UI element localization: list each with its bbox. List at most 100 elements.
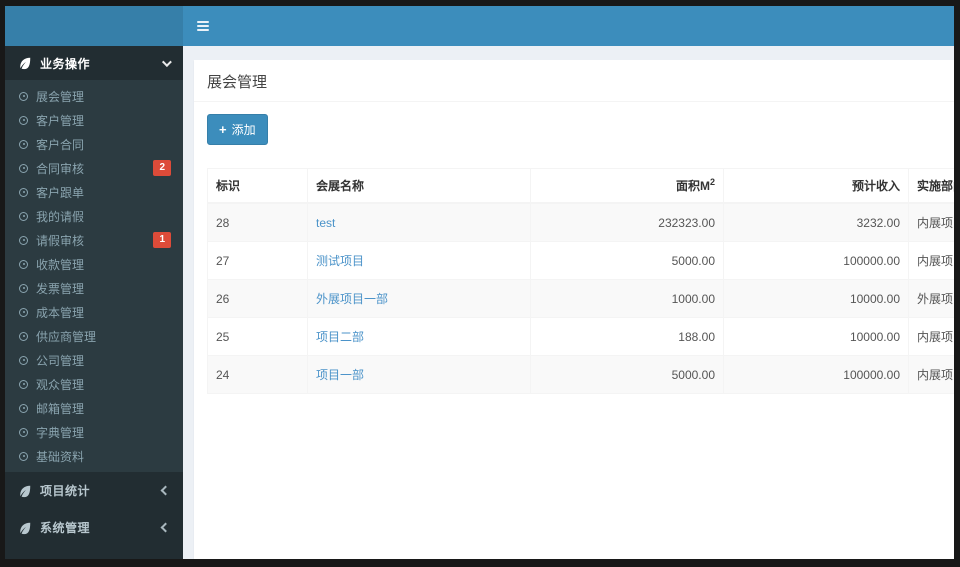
cell-name: test (307, 202, 531, 242)
navbar (183, 6, 954, 46)
menu-item-label: 基础资料 (36, 449, 85, 464)
sidebar-menu-item[interactable]: 供应商管理 (5, 324, 183, 348)
logo-area[interactable] (5, 6, 183, 46)
sidebar-menu-item[interactable]: 请假审核 1 (5, 228, 183, 252)
cell-area: 1000.00 (530, 279, 724, 318)
menu-item-label: 合同审核 (36, 161, 85, 176)
sidebar-section-system[interactable]: 系统管理 (5, 509, 183, 546)
section-label: 项目统计 (40, 484, 91, 498)
top-bar (5, 6, 954, 46)
cell-income: 100000.00 (723, 355, 909, 394)
sidebar-menu-item[interactable]: 客户合同 (5, 132, 183, 156)
sidebar-menu-item[interactable]: 我的请假 (5, 204, 183, 228)
column-header[interactable]: 会展名称 (307, 168, 531, 204)
cell-income: 100000.00 (723, 241, 909, 280)
column-header[interactable]: 实施部门 (908, 168, 954, 204)
sidebar-section-business[interactable]: 业务操作 (5, 46, 183, 80)
dot-circle-icon (19, 283, 28, 293)
menu-item-label: 邮箱管理 (36, 401, 85, 416)
column-header[interactable]: 标识 (207, 168, 308, 204)
sidebar: 业务操作 展会管理 客户管理 客户合同 合同审核 2 客户跟单 我的请假 请假审… (5, 46, 183, 559)
sidebar-menu-item[interactable]: 展会管理 (5, 84, 183, 108)
cell-income: 10000.00 (723, 317, 909, 356)
cell-dept: 内展项目 (908, 241, 954, 280)
column-header[interactable]: 预计收入 (723, 168, 909, 204)
exhibition-table: 标识 会展名称 面积M2 预计收入 实施部 28 test 232323.00 … (207, 168, 954, 394)
cell-id: 28 (207, 202, 308, 242)
cell-income: 3232.00 (723, 202, 909, 242)
sidebar-menu-item[interactable]: 字典管理 (5, 420, 183, 444)
exhibition-box: 展会管理 + 添加 标识 会展名称 面积M2 预计收入 实施部 28 test … (194, 60, 954, 559)
add-button-label: 添加 (231, 123, 256, 137)
menu-item-label: 请假审核 (36, 233, 85, 248)
dot-circle-icon (19, 331, 28, 341)
menu-item-label: 公司管理 (36, 353, 85, 368)
cell-id: 26 (207, 279, 308, 318)
table-row: 26 外展项目一部 1000.00 10000.00 外展项目 (207, 279, 954, 318)
menu-item-label: 客户管理 (36, 113, 85, 128)
menu-item-label: 展会管理 (36, 89, 85, 104)
leaf-icon (20, 485, 31, 497)
table-row: 24 项目一部 5000.00 100000.00 内展项目 (207, 355, 954, 394)
cell-area: 5000.00 (530, 241, 724, 280)
exhibition-name-link[interactable]: 外展项目一部 (316, 292, 388, 306)
sidebar-menu-item[interactable]: 基础资料 (5, 444, 183, 468)
business-submenu: 展会管理 客户管理 客户合同 合同审核 2 客户跟单 我的请假 请假审核 1 收… (5, 80, 183, 472)
cell-dept: 内展项目 (908, 202, 954, 242)
dot-circle-icon (19, 259, 28, 269)
sidebar-menu-item[interactable]: 邮箱管理 (5, 396, 183, 420)
notification-badge: 1 (153, 232, 171, 248)
menu-item-label: 客户合同 (36, 137, 85, 152)
exhibition-name-link[interactable]: test (316, 216, 335, 230)
dot-circle-icon (19, 235, 28, 245)
chevron-left-icon (160, 485, 171, 496)
cell-name: 项目一部 (307, 355, 531, 394)
table-row: 28 test 232323.00 3232.00 内展项目 (207, 202, 954, 242)
hamburger-icon[interactable] (197, 15, 219, 37)
menu-item-label: 字典管理 (36, 425, 85, 440)
sidebar-menu-item[interactable]: 观众管理 (5, 372, 183, 396)
cell-name: 项目二部 (307, 317, 531, 356)
cell-income: 10000.00 (723, 279, 909, 318)
column-header[interactable]: 面积M2 (530, 168, 724, 204)
add-button[interactable]: + 添加 (207, 114, 268, 145)
cell-id: 27 (207, 241, 308, 280)
section-label: 系统管理 (40, 521, 91, 535)
dot-circle-icon (19, 403, 28, 413)
cell-area: 232323.00 (530, 202, 724, 242)
sidebar-menu-item[interactable]: 客户管理 (5, 108, 183, 132)
cell-area: 5000.00 (530, 355, 724, 394)
sidebar-menu-item[interactable]: 发票管理 (5, 276, 183, 300)
column-label: 标识 (216, 179, 241, 193)
dot-circle-icon (19, 427, 28, 437)
column-label: 实施部门 (917, 179, 954, 193)
cell-id: 24 (207, 355, 308, 394)
exhibition-name-link[interactable]: 测试项目 (316, 254, 364, 268)
exhibition-name-link[interactable]: 项目二部 (316, 330, 364, 344)
cell-dept: 内展项目 (908, 317, 954, 356)
app-window: 业务操作 展会管理 客户管理 客户合同 合同审核 2 客户跟单 我的请假 请假审… (5, 6, 954, 559)
cell-id: 25 (207, 317, 308, 356)
box-body: + 添加 标识 会展名称 面积M2 预计收入 实施部 28 test 23232… (194, 102, 954, 406)
sidebar-menu-item[interactable]: 收款管理 (5, 252, 183, 276)
dot-circle-icon (19, 163, 28, 173)
menu-item-label: 成本管理 (36, 305, 85, 320)
dot-circle-icon (19, 139, 28, 149)
chevron-left-icon (160, 522, 171, 533)
table-row: 27 测试项目 5000.00 100000.00 内展项目 (207, 241, 954, 280)
cell-name: 测试项目 (307, 241, 531, 280)
exhibition-name-link[interactable]: 项目一部 (316, 368, 364, 382)
dot-circle-icon (19, 91, 28, 101)
leaf-icon (20, 57, 31, 70)
sidebar-section-statistics[interactable]: 项目统计 (5, 472, 183, 509)
menu-item-label: 供应商管理 (36, 329, 97, 344)
sidebar-menu-item[interactable]: 成本管理 (5, 300, 183, 324)
menu-item-label: 观众管理 (36, 377, 85, 392)
menu-item-label: 发票管理 (36, 281, 85, 296)
dot-circle-icon (19, 115, 28, 125)
sidebar-menu-item[interactable]: 合同审核 2 (5, 156, 183, 180)
column-label: 面积M (675, 179, 710, 193)
sidebar-menu-item[interactable]: 公司管理 (5, 348, 183, 372)
chevron-down-icon (161, 56, 172, 67)
sidebar-menu-item[interactable]: 客户跟单 (5, 180, 183, 204)
